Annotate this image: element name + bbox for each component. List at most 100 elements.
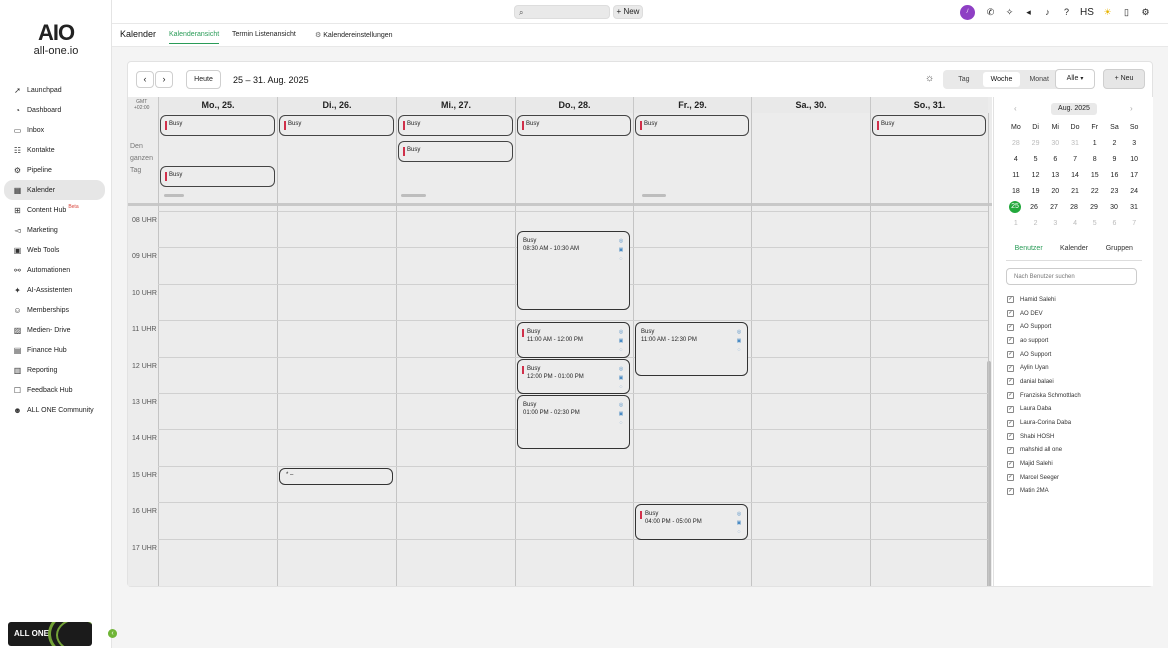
user-checkbox[interactable]: ✓ [1007,419,1014,427]
event[interactable]: Busy 08:30 AM - 10:30 AM ◎ ▣ ◌ [517,231,630,311]
calendar-filter-select[interactable]: Alle ▾ [1055,69,1095,89]
user-item[interactable]: ✓ AO DEV [1007,307,1142,321]
mini-day[interactable]: 21 [1065,188,1085,195]
event[interactable]: Busy 01:00 PM - 02:30 PM ◎ ▣ ◌ [517,395,630,449]
user-checkbox[interactable]: ✓ [1007,460,1014,468]
mini-day[interactable]: 10 [1124,156,1144,163]
user-item[interactable]: ✓ AO Support [1007,348,1142,362]
sidebar-item-inbox[interactable]: ▭ Inbox [4,120,105,140]
event[interactable]: Busy 11:00 AM - 12:00 PM ◎ ▣ ◌ [517,322,630,358]
mini-day[interactable]: 4 [1065,220,1085,227]
user-search-input[interactable]: Nach Benutzer suchen [1006,268,1137,285]
user-checkbox[interactable]: ✓ [1007,487,1014,495]
day-header[interactable]: Do., 28. [515,97,633,113]
announcement-icon[interactable]: ◂ [1019,7,1038,18]
user-item[interactable]: ✓ Franziska Schmottlach [1007,389,1142,403]
mini-day[interactable]: 20 [1045,188,1065,195]
sidebar-item-launchpad[interactable]: ➚ Launchpad [4,80,105,100]
event[interactable]: Busy 04:00 PM - 05:00 PM ◎ ▣ ◌ [635,504,748,540]
mini-day[interactable]: 17 [1124,172,1144,179]
mini-day[interactable]: 16 [1105,172,1125,179]
sidebar-item-ai-assistenten[interactable]: ✦ AI-Assistenten [4,280,105,300]
mini-day[interactable]: 24 [1124,188,1144,195]
mini-day[interactable]: 23 [1105,188,1125,195]
next-week-button[interactable]: › [155,71,173,88]
day-header[interactable]: Di., 26. [277,97,396,113]
mini-day[interactable]: 27 [1044,204,1064,211]
settings-icon[interactable]: ⚙ [1136,7,1155,18]
user-item[interactable]: ✓ danial balaei [1007,375,1142,389]
mini-day[interactable]: 26 [1024,204,1044,211]
sidebar-item-kontakte[interactable]: ☷ Kontakte [4,140,105,160]
mini-next-month-icon[interactable]: › [1130,104,1133,113]
mini-day[interactable]: 28 [1006,140,1026,147]
tab-calendar-view[interactable]: Kalenderansicht [169,31,220,44]
mini-day[interactable]: 7 [1065,156,1085,163]
user-item[interactable]: ✓ mahshid all one [1007,444,1142,458]
all-day-scrollbar[interactable] [164,194,184,197]
help-icon[interactable]: ? [1057,7,1076,17]
user-item[interactable]: ✓ Laura Daba [1007,403,1142,417]
all-day-event[interactable]: Busy [635,115,749,136]
mini-prev-month-icon[interactable]: ‹ [1014,104,1017,113]
lightbulb-icon[interactable]: ☼ [925,73,934,84]
mini-day[interactable]: 2 [1026,220,1046,227]
sidebar-item-dashboard[interactable]: ◔ Dashboard [4,100,105,120]
mini-day[interactable]: 29 [1084,204,1104,211]
mini-day[interactable]: 3 [1124,140,1144,147]
day-header[interactable]: Mi., 27. [396,97,515,113]
sidebar-item-marketing[interactable]: ◅ Marketing [4,220,105,240]
mini-day[interactable]: 31 [1124,204,1144,211]
view-month[interactable]: Monat [1020,72,1058,87]
magic-icon[interactable]: ✧ [1000,7,1019,18]
user-checkbox[interactable]: ✓ [1007,474,1014,482]
sun-icon[interactable]: ☀ [1098,7,1117,18]
event[interactable]: Busy 12:00 PM - 01:00 PM ◎ ▣ ◌ [517,358,630,394]
day-header[interactable]: Fr., 29. [633,97,751,113]
mini-day[interactable]: 30 [1045,140,1065,147]
mini-day[interactable]: 11 [1006,172,1026,179]
bell-icon[interactable]: ♪ [1038,7,1057,17]
user-checkbox[interactable]: ✓ [1007,405,1014,413]
mini-day[interactable]: 9 [1105,156,1125,163]
mini-day[interactable]: 29 [1026,140,1046,147]
logo[interactable]: AIO all-one.io [28,22,84,58]
view-week[interactable]: Woche [982,72,1021,87]
tab-groups[interactable]: Gruppen [1097,245,1142,260]
user-item[interactable]: ✓ Majid Salehi [1007,457,1142,471]
mini-day[interactable]: 13 [1045,172,1065,179]
all-day-event[interactable]: Busy [398,115,513,136]
prev-week-button[interactable]: ‹ [136,71,154,88]
tab-users[interactable]: Benutzer [1006,245,1051,260]
user-item[interactable]: ✓ Laura-Corina Daba [1007,416,1142,430]
today-button[interactable]: Heute [186,70,221,89]
mini-day[interactable]: 15 [1085,172,1105,179]
sidebar-item-kalender[interactable]: ▦ Kalender [4,180,105,200]
user-checkbox[interactable]: ✓ [1007,433,1014,441]
mini-day[interactable]: 3 [1045,220,1065,227]
user-checkbox[interactable]: ✓ [1007,392,1014,400]
mini-day[interactable]: 28 [1064,204,1084,211]
sidebar-item-content-hub[interactable]: ⊞ Content Hub Beta [4,200,105,220]
user-item[interactable]: ✓ Marcel Seeger [1007,471,1142,485]
mini-day[interactable]: 31 [1065,140,1085,147]
mini-day[interactable]: 8 [1085,156,1105,163]
view-day[interactable]: Tag [945,72,983,87]
all-one-community-banner[interactable]: ALL ONE [8,622,92,646]
sidebar-item-finance-hub[interactable]: ▤ Finance Hub [4,340,105,360]
all-day-divider[interactable] [128,203,992,206]
sidebar-item-feedback-hub[interactable]: ☐ Feedback Hub [4,380,105,400]
mini-day[interactable]: 12 [1026,172,1046,179]
user-item[interactable]: ✓ Hamid Salehi [1007,293,1142,307]
user-item[interactable]: ✓ Aylin Uyan [1007,361,1142,375]
sidebar-item-reporting[interactable]: ▥ Reporting [4,360,105,380]
global-new-button[interactable]: + New [613,5,643,19]
sidebar-item-memberships[interactable]: ☺ Memberships [4,300,105,320]
mini-day[interactable]: 7 [1124,220,1144,227]
all-day-event[interactable]: Busy [517,115,631,136]
user-avatar[interactable]: ﾉ [960,4,975,20]
mobile-icon[interactable]: ▯ [1117,7,1136,18]
user-checkbox[interactable]: ✓ [1007,296,1014,304]
day-header[interactable]: Sa., 30. [751,97,870,113]
mini-day[interactable]: 6 [1045,156,1065,163]
